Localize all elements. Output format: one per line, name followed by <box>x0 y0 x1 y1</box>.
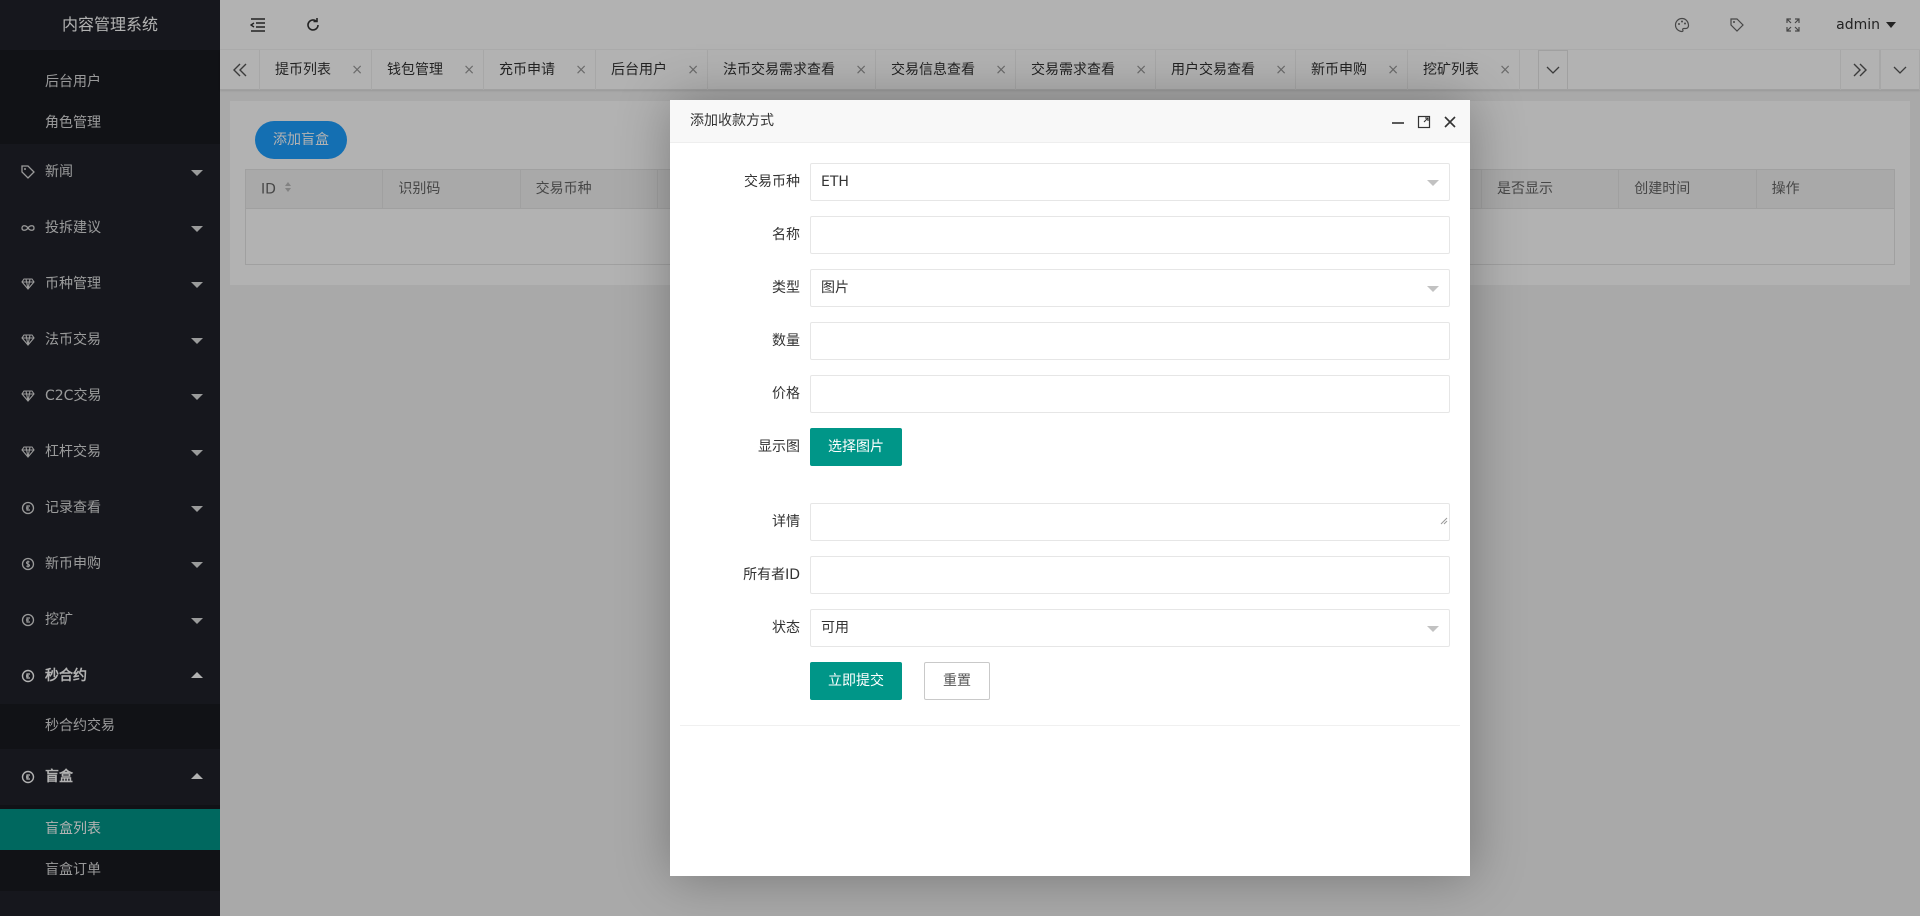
modal-title: 添加收款方式 <box>670 100 1470 143</box>
field-label: 名称 <box>772 227 800 243</box>
reset-button[interactable]: 重置 <box>924 662 990 700</box>
modal-controls <box>1390 100 1458 143</box>
form-row-quantity: 数量 <box>680 322 1460 360</box>
choose-image-button[interactable]: 选择图片 <box>810 428 902 466</box>
field-label: 交易币种 <box>744 174 800 190</box>
form-row-currency: 交易币种 ETH <box>680 163 1460 201</box>
form-row-status: 状态 可用 <box>680 609 1460 647</box>
submit-button[interactable]: 立即提交 <box>810 662 902 700</box>
form-row-detail: 详情 <box>680 503 1460 541</box>
form-actions: 立即提交 重置 <box>680 662 1460 700</box>
field-label: 价格 <box>772 386 800 402</box>
payment-form: 交易币种 ETH 名称 类型 图片 数量 价格 显示图 选择图片 详情 所有者I… <box>680 143 1460 726</box>
status-select[interactable]: 可用 <box>810 609 1450 647</box>
quantity-input[interactable] <box>810 322 1450 360</box>
maximize-icon[interactable] <box>1416 114 1432 130</box>
form-row-type: 类型 图片 <box>680 269 1460 307</box>
select-value: 可用 <box>821 620 849 636</box>
chevron-down-icon <box>1427 180 1439 186</box>
field-label: 显示图 <box>758 439 800 455</box>
detail-textarea[interactable] <box>810 503 1450 541</box>
close-icon[interactable] <box>1442 114 1458 130</box>
currency-select[interactable]: ETH <box>810 163 1450 201</box>
form-row-owner: 所有者ID <box>680 556 1460 594</box>
select-value: ETH <box>821 174 849 190</box>
add-payment-modal: 添加收款方式 交易币种 ETH 名称 类型 图片 数量 价格 显示图 选择图片 <box>670 100 1470 876</box>
field-label: 所有者ID <box>743 567 800 583</box>
form-row-name: 名称 <box>680 216 1460 254</box>
price-input[interactable] <box>810 375 1450 413</box>
chevron-down-icon <box>1427 626 1439 632</box>
select-value: 图片 <box>821 280 849 296</box>
type-select[interactable]: 图片 <box>810 269 1450 307</box>
field-label: 状态 <box>772 620 800 636</box>
resize-handle-icon[interactable] <box>1440 503 1448 539</box>
field-label: 数量 <box>772 333 800 349</box>
owner-id-input[interactable] <box>810 556 1450 594</box>
chevron-down-icon <box>1427 286 1439 292</box>
form-row-image: 显示图 选择图片 <box>680 428 1460 466</box>
name-input[interactable] <box>810 216 1450 254</box>
field-label: 类型 <box>772 280 800 296</box>
form-row-price: 价格 <box>680 375 1460 413</box>
minimize-icon[interactable] <box>1390 114 1406 130</box>
field-label: 详情 <box>772 514 800 530</box>
